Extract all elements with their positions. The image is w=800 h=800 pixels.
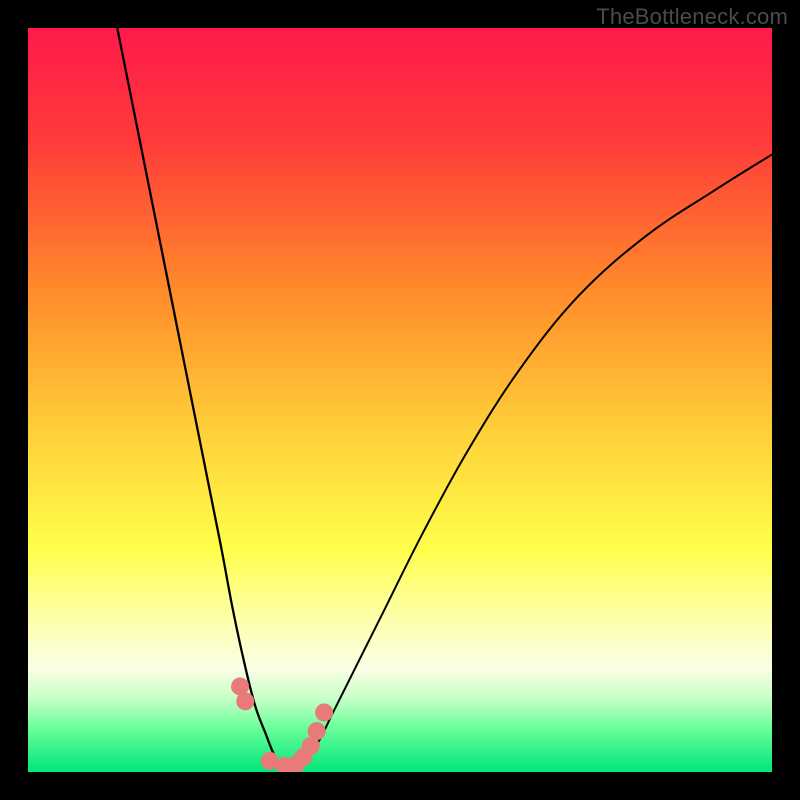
chart-frame: TheBottleneck.com [0, 0, 800, 800]
valley-marker [236, 692, 254, 710]
right-curve [288, 154, 772, 772]
left-curve [117, 28, 288, 772]
valley-markers [231, 677, 333, 772]
watermark-text: TheBottleneck.com [596, 4, 788, 30]
plot-area [28, 28, 772, 772]
curves-svg [28, 28, 772, 772]
valley-marker [308, 722, 326, 740]
valley-marker [315, 703, 333, 721]
